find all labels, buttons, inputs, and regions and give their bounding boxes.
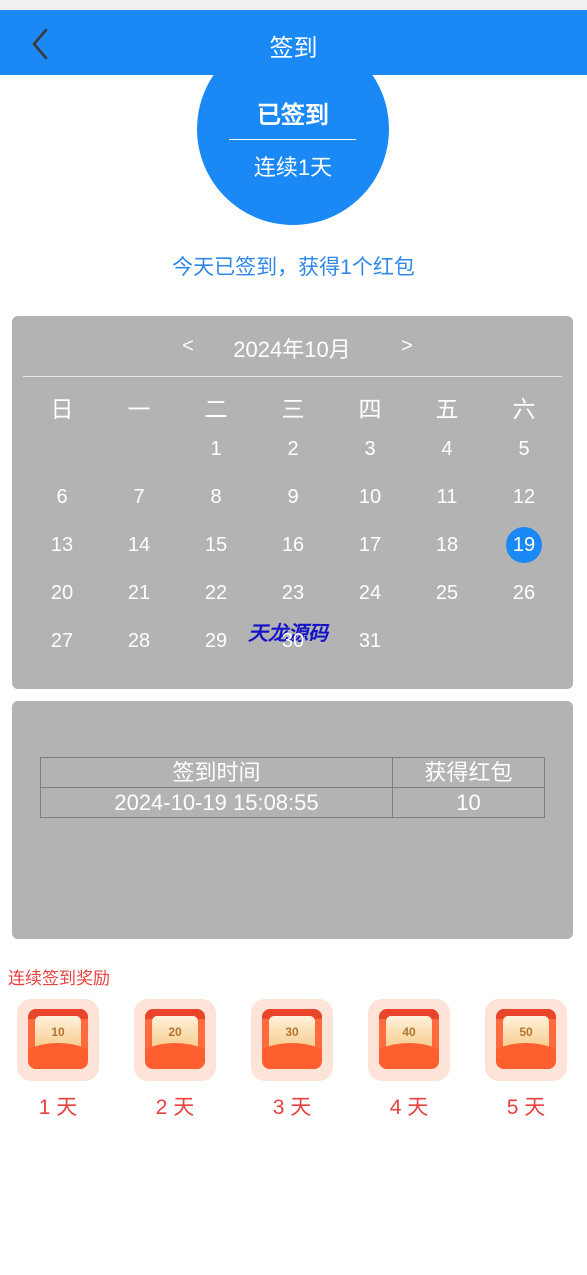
page-title: 签到 bbox=[269, 35, 318, 62]
red-envelope-icon: 10 bbox=[28, 1009, 88, 1069]
weekday-header-thu: 四 bbox=[358, 396, 382, 422]
calendar-day[interactable]: 7 bbox=[109, 479, 169, 515]
calendar-day[interactable]: 17 bbox=[340, 527, 400, 563]
reward-day-label: 2 天 bbox=[155, 1096, 195, 1119]
nav-bar: 签到 bbox=[0, 10, 587, 75]
cell-reward-amount: 10 bbox=[392, 787, 545, 818]
reward-amount: 10 bbox=[51, 1025, 65, 1039]
calendar-day[interactable]: 28 bbox=[109, 623, 169, 659]
reward-item[interactable]: 30 3 天 bbox=[251, 999, 333, 1121]
sign-tip-text: 今天已签到，获得1个红包 bbox=[172, 256, 415, 279]
red-envelope-icon: 30 bbox=[262, 1009, 322, 1069]
calendar-day[interactable]: 18 bbox=[417, 527, 477, 563]
reward-icon-tile: 10 bbox=[17, 999, 99, 1081]
calendar-day[interactable]: 20 bbox=[32, 575, 92, 611]
next-month-button[interactable]: > bbox=[389, 335, 425, 358]
status-bar bbox=[0, 0, 587, 10]
reward-day-label: 3 天 bbox=[272, 1096, 312, 1119]
reward-icon-tile: 30 bbox=[251, 999, 333, 1081]
calendar-day[interactable]: 27 bbox=[32, 623, 92, 659]
calendar-month-title: 2024年10月 bbox=[233, 337, 351, 362]
reward-amount: 30 bbox=[285, 1025, 299, 1039]
reward-section-title: 连续签到奖励 bbox=[8, 969, 110, 988]
weekday-header-tue: 二 bbox=[204, 396, 228, 422]
reward-item[interactable]: 10 1 天 bbox=[17, 999, 99, 1121]
reward-icon-tile: 20 bbox=[134, 999, 216, 1081]
reward-amount: 20 bbox=[168, 1025, 182, 1039]
reward-day-label: 1 天 bbox=[38, 1096, 78, 1119]
reward-amount: 50 bbox=[519, 1025, 533, 1039]
red-envelope-icon: 50 bbox=[496, 1009, 556, 1069]
table-header-row: 签到时间 获得红包 bbox=[40, 757, 545, 788]
reward-icon-tile: 40 bbox=[368, 999, 450, 1081]
column-header-reward: 获得红包 bbox=[392, 757, 545, 788]
reward-day-label: 4 天 bbox=[389, 1096, 429, 1119]
calendar-panel: < 2024年10月 > 天龙源码 日一二三四五六 1 2 3 4 5 6 7 8 9 10 11 12… bbox=[12, 316, 573, 689]
calendar-day[interactable]: 29 bbox=[186, 623, 246, 659]
calendar-day[interactable]: 16 bbox=[263, 527, 323, 563]
calendar-day[interactable]: 3 bbox=[340, 431, 400, 467]
calendar-day[interactable]: 1 bbox=[186, 431, 246, 467]
calendar-day[interactable]: 10 bbox=[340, 479, 400, 515]
calendar-day[interactable]: 24 bbox=[340, 575, 400, 611]
calendar-day[interactable]: 25 bbox=[417, 575, 477, 611]
calendar-day[interactable]: 6 bbox=[32, 479, 92, 515]
red-envelope-icon: 40 bbox=[379, 1009, 439, 1069]
table-row: 2024-10-19 15:08:55 10 bbox=[40, 787, 545, 818]
calendar-day[interactable]: 30 bbox=[263, 623, 323, 659]
sign-record-table: 签到时间 获得红包 2024-10-19 15:08:55 10 bbox=[40, 757, 545, 818]
sign-record-panel: 签到时间 获得红包 2024-10-19 15:08:55 10 bbox=[12, 701, 573, 939]
column-header-sign-time: 签到时间 bbox=[40, 757, 393, 788]
calendar-day[interactable]: 11 bbox=[417, 479, 477, 515]
signed-label: 已签到 bbox=[257, 102, 329, 129]
calendar-day[interactable]: 8 bbox=[186, 479, 246, 515]
red-envelope-icon: 20 bbox=[145, 1009, 205, 1069]
streak-label: 连续1天 bbox=[253, 155, 333, 180]
calendar-day[interactable]: 21 bbox=[109, 575, 169, 611]
circle-divider bbox=[229, 139, 356, 140]
calendar-day[interactable]: 2 bbox=[263, 431, 323, 467]
weekday-header-mon: 一 bbox=[127, 396, 151, 422]
weekday-header-fri: 五 bbox=[435, 396, 459, 422]
calendar-day[interactable]: 26 bbox=[494, 575, 554, 611]
calendar-day[interactable]: 14 bbox=[109, 527, 169, 563]
reward-day-label: 5 天 bbox=[506, 1096, 546, 1119]
reward-amount: 40 bbox=[402, 1025, 416, 1039]
calendar-day-today[interactable]: 19 bbox=[506, 527, 542, 563]
calendar-day[interactable]: 13 bbox=[32, 527, 92, 563]
reward-icon-tile: 50 bbox=[485, 999, 567, 1081]
reward-item[interactable]: 40 4 天 bbox=[368, 999, 450, 1121]
reward-item[interactable]: 50 5 天 bbox=[485, 999, 567, 1121]
calendar-divider bbox=[23, 376, 562, 377]
calendar-day[interactable]: 31 bbox=[340, 623, 400, 659]
calendar-day[interactable]: 4 bbox=[417, 431, 477, 467]
calendar-day[interactable]: 9 bbox=[263, 479, 323, 515]
reward-item[interactable]: 20 2 天 bbox=[134, 999, 216, 1121]
calendar-day[interactable]: 5 bbox=[494, 431, 554, 467]
calendar-day[interactable]: 12 bbox=[494, 479, 554, 515]
weekday-header-wed: 三 bbox=[281, 396, 305, 422]
calendar-day[interactable]: 22 bbox=[186, 575, 246, 611]
weekday-header-sun: 日 bbox=[50, 396, 74, 422]
calendar-day[interactable]: 23 bbox=[263, 575, 323, 611]
calendar-day[interactable]: 15 bbox=[186, 527, 246, 563]
weekday-header-sat: 六 bbox=[512, 396, 536, 422]
cell-sign-time: 2024-10-19 15:08:55 bbox=[40, 787, 393, 818]
